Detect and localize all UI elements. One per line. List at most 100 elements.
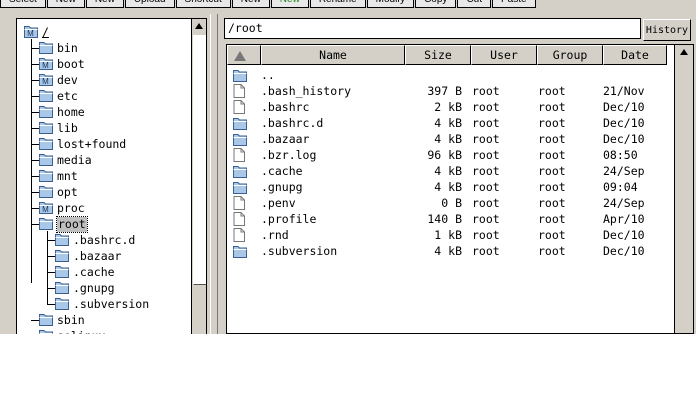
tree-node-etc[interactable]: etc <box>39 89 78 104</box>
file-date: 21/Nov <box>603 84 645 98</box>
tree-connector <box>31 320 39 321</box>
folder-icon <box>39 136 53 153</box>
pane-splitter[interactable] <box>210 14 218 334</box>
file-user: root <box>472 132 500 146</box>
tree-connector <box>47 272 55 273</box>
column-header-group[interactable]: Group <box>537 45 603 65</box>
file-row[interactable]: .subversion 4 kB root root Dec/10 <box>227 243 667 259</box>
tree-connector <box>31 80 39 81</box>
column-header-size[interactable]: Size <box>405 45 471 65</box>
file-row[interactable]: .bzr.log 96 kB root root 08:50 <box>227 147 667 163</box>
file-size: 1 kB <box>434 228 462 242</box>
file-row[interactable]: .profile 140 B root root Apr/10 <box>227 211 667 227</box>
file-user: root <box>472 148 500 162</box>
toolbar-button-rename[interactable]: Rename <box>309 0 366 8</box>
toolbar-button-new[interactable]: New <box>85 0 124 8</box>
toolbar: SelectNewNewUploadShortcutNewNewRenameMo… <box>0 0 696 8</box>
file-user: root <box>472 100 500 114</box>
tree-node-label: root <box>56 216 88 233</box>
toolbar-button-paste[interactable]: Paste <box>492 0 536 8</box>
list-scroll-up-button[interactable] <box>675 45 693 59</box>
file-group: root <box>538 196 566 210</box>
toolbar-button-modify[interactable]: Modify <box>366 0 415 8</box>
toolbar-button-shortcut[interactable]: Shortcut <box>175 0 231 8</box>
tree-node-child--gnupg[interactable]: .gnupg <box>55 281 115 296</box>
path-input[interactable]: /root <box>224 18 641 39</box>
tree-node-lost-found[interactable]: lost+found <box>39 137 126 152</box>
mounted-folder-icon: M <box>39 200 53 217</box>
file-date: Dec/10 <box>603 244 645 258</box>
toolbar-button-new[interactable]: New <box>46 0 85 8</box>
tree-node-child--subversion[interactable]: .subversion <box>55 297 149 312</box>
file-date: Dec/10 <box>603 228 645 242</box>
folder-icon <box>39 152 53 169</box>
tree-node-label: media <box>57 153 92 167</box>
file-name: .bzr.log <box>261 148 317 162</box>
tree-node-child--bashrc-d[interactable]: .bashrc.d <box>55 233 135 248</box>
tree-node-sbin[interactable]: sbin <box>39 313 85 328</box>
column-header-name[interactable]: Name <box>261 45 405 65</box>
file-row[interactable]: .penv 0 B root root 24/Sep <box>227 195 667 211</box>
column-header-user[interactable]: User <box>471 45 537 65</box>
folder-icon <box>39 168 53 185</box>
tree-connector <box>47 240 55 241</box>
toolbar-button-cut[interactable]: Cut <box>457 0 491 8</box>
tree-node-proc[interactable]: Mproc <box>39 201 85 216</box>
sort-column-header[interactable] <box>227 45 261 65</box>
file-size: 4 kB <box>434 180 462 194</box>
toolbar-button-new[interactable]: New <box>270 0 309 8</box>
tree-node-bin[interactable]: bin <box>39 41 78 56</box>
tree-node-dev[interactable]: Mdev <box>39 73 78 88</box>
file-row[interactable]: .bashrc 2 kB root root Dec/10 <box>227 99 667 115</box>
file-group: root <box>538 212 566 226</box>
file-icon <box>233 84 247 98</box>
toolbar-button-copy[interactable]: Copy <box>415 0 457 8</box>
tree-node-home[interactable]: home <box>39 105 85 120</box>
tree-node-root[interactable]: root <box>39 216 88 233</box>
tree-node-root[interactable]: M / <box>24 25 49 40</box>
file-row[interactable]: .bash_history 397 B root root 21/Nov <box>227 83 667 99</box>
tree-node-child--bazaar[interactable]: .bazaar <box>55 249 121 264</box>
tree-node-child--cache[interactable]: .cache <box>55 265 115 280</box>
file-row[interactable]: .. <box>227 67 667 83</box>
column-header-date[interactable]: Date <box>603 45 667 65</box>
toolbar-button-upload[interactable]: Upload <box>124 0 175 8</box>
file-name: .subversion <box>261 244 338 258</box>
tree-node-label: .bashrc.d <box>73 233 136 247</box>
file-row[interactable]: .rnd 1 kB root root Dec/10 <box>227 227 667 243</box>
folder-icon <box>233 68 247 82</box>
directory-tree[interactable]: M / bin Mboot Mdev etc home lib lost+found media m… <box>16 18 207 334</box>
tree-scroll-up-button[interactable] <box>192 19 206 33</box>
file-row[interactable]: .cache 4 kB root root 24/Sep <box>227 163 667 179</box>
file-size: 4 kB <box>434 116 462 130</box>
folder-icon <box>55 296 69 313</box>
file-manager-window: SelectNewNewUploadShortcutNewNewRenameMo… <box>0 0 696 334</box>
tree-node-opt[interactable]: opt <box>39 185 78 200</box>
toolbar-button-select[interactable]: Select <box>0 0 46 8</box>
mounted-folder-icon: M <box>39 72 53 89</box>
tree-scrollbar[interactable] <box>191 19 206 334</box>
file-group: root <box>538 100 566 114</box>
file-list[interactable]: Name Size User Group Date .. .bash_histor… <box>226 44 694 334</box>
file-date: 08:50 <box>603 148 638 162</box>
file-date: Dec/10 <box>603 132 645 146</box>
file-date: 24/Sep <box>603 196 645 210</box>
tree-connector <box>47 288 55 289</box>
folder-icon <box>55 264 69 281</box>
file-row[interactable]: .gnupg 4 kB root root 09:04 <box>227 179 667 195</box>
toolbar-button-new[interactable]: New <box>231 0 270 8</box>
file-size: 4 kB <box>434 132 462 146</box>
file-row[interactable]: .bazaar 4 kB root root Dec/10 <box>227 131 667 147</box>
file-list-scrollbar[interactable] <box>674 45 693 333</box>
tree-connector <box>31 48 39 49</box>
file-row[interactable]: .bashrc.d 4 kB root root Dec/10 <box>227 115 667 131</box>
tree-node-mnt[interactable]: mnt <box>39 169 78 184</box>
tree-node-selinux[interactable]: selinux <box>39 329 105 334</box>
tree-node-boot[interactable]: Mboot <box>39 57 85 72</box>
history-button[interactable]: History <box>643 19 691 41</box>
toolbar-buttons: SelectNewNewUploadShortcutNewNewRenameMo… <box>0 0 536 8</box>
tree-scroll-thumb[interactable] <box>193 35 206 285</box>
tree-node-media[interactable]: media <box>39 153 92 168</box>
tree-node-lib[interactable]: lib <box>39 121 78 136</box>
tree-connector <box>31 176 39 177</box>
